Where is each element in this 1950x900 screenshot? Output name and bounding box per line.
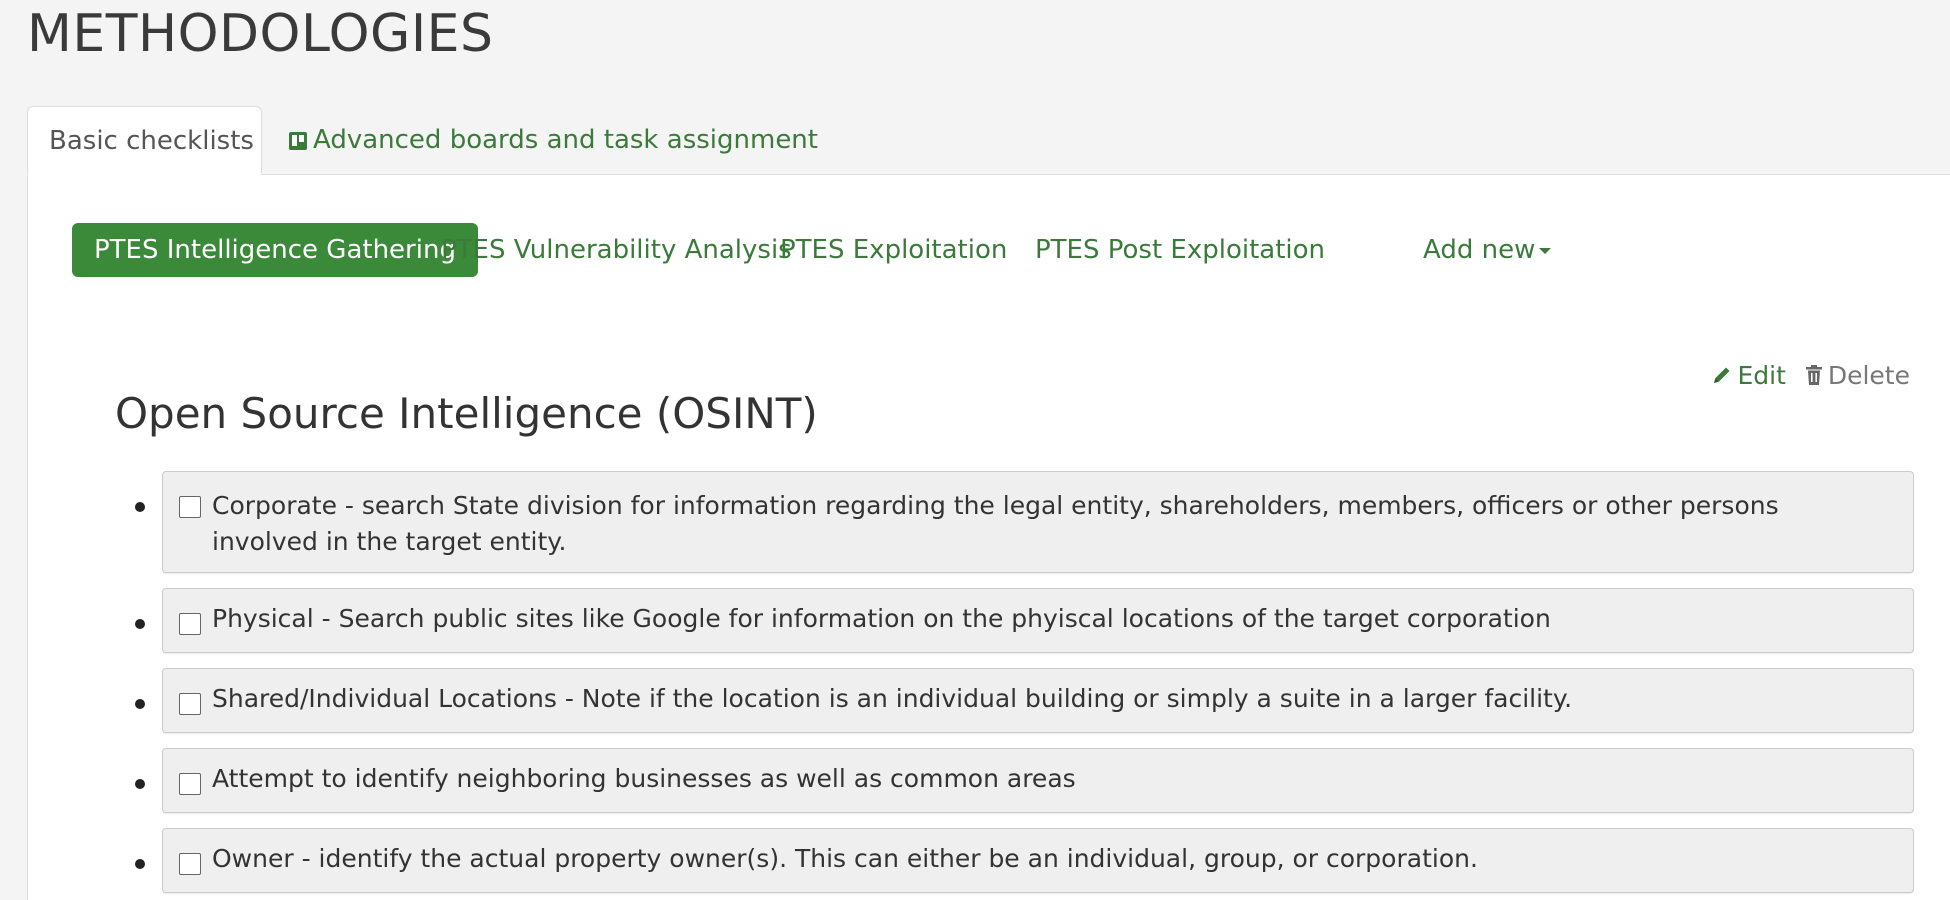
checklist-checkbox[interactable] bbox=[179, 853, 201, 875]
checklist-item: Attempt to identify neighboring business… bbox=[135, 748, 1914, 813]
checklist-panel: PTES Intelligence Gathering PTES Vulnera… bbox=[27, 175, 1950, 900]
checklist-checkbox[interactable] bbox=[179, 496, 201, 518]
add-new-label: Add new bbox=[1423, 235, 1536, 265]
checklist-item: Owner - identify the actual property own… bbox=[135, 828, 1914, 893]
checklist-item: Corporate - search State division for in… bbox=[135, 471, 1914, 573]
tab-advanced-boards-label: Advanced boards and task assignment bbox=[313, 125, 818, 155]
pill-ptes-exploitation[interactable]: PTES Exploitation bbox=[758, 223, 1029, 277]
pencil-icon bbox=[1714, 367, 1730, 383]
tab-advanced-boards[interactable]: Advanced boards and task assignment bbox=[289, 106, 818, 174]
checklist-checkbox[interactable] bbox=[179, 693, 201, 715]
section-title: Open Source Intelligence (OSINT) bbox=[115, 389, 818, 438]
page-title: METHODOLOGIES bbox=[27, 4, 494, 64]
bullet bbox=[135, 779, 145, 789]
pill-ptes-vulnerability-analysis[interactable]: PTES Vulnerability Analysis bbox=[419, 223, 814, 277]
caret-down-icon bbox=[1539, 248, 1552, 254]
checklist-item-text: Attempt to identify neighboring business… bbox=[212, 764, 1076, 793]
edit-link[interactable]: Edit bbox=[1711, 361, 1793, 390]
bullet bbox=[135, 502, 145, 512]
bullet bbox=[135, 619, 145, 629]
tab-basic-checklists-label: Basic checklists bbox=[49, 126, 254, 156]
bullet bbox=[135, 699, 145, 709]
add-new-dropdown[interactable]: Add new bbox=[1401, 223, 1573, 277]
pill-ptes-intelligence-gathering[interactable]: PTES Intelligence Gathering bbox=[72, 223, 478, 277]
checklist-item: Shared/Individual Locations - Note if th… bbox=[135, 668, 1914, 733]
trash-icon bbox=[1805, 365, 1822, 385]
delete-label: Delete bbox=[1827, 361, 1910, 390]
checklist-item-text: Physical - Search public sites like Goog… bbox=[212, 604, 1551, 633]
checklist-item-text: Corporate - search State division for in… bbox=[212, 491, 1779, 556]
tab-basic-checklists[interactable]: Basic checklists bbox=[27, 106, 262, 175]
edit-label: Edit bbox=[1737, 361, 1786, 390]
pill-ptes-post-exploitation[interactable]: PTES Post Exploitation bbox=[1013, 223, 1347, 277]
tabs-bar: Basic checklists Advanced boards and tas… bbox=[27, 106, 1950, 175]
checklist-item-text: Shared/Individual Locations - Note if th… bbox=[212, 684, 1573, 713]
delete-link[interactable]: Delete bbox=[1804, 361, 1910, 390]
bullet bbox=[135, 859, 145, 869]
checklist-checkbox[interactable] bbox=[179, 613, 201, 635]
checklist-item: Physical - Search public sites like Goog… bbox=[135, 588, 1914, 653]
checklist-item-text: Owner - identify the actual property own… bbox=[212, 844, 1478, 873]
board-icon bbox=[289, 132, 307, 150]
section-actions: Edit Delete bbox=[1711, 361, 1910, 390]
checklist-checkbox[interactable] bbox=[179, 773, 201, 795]
